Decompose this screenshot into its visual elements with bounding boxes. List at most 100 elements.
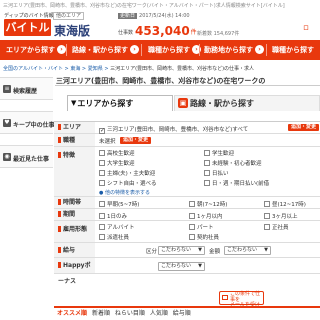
sort-tab-popular[interactable]: 人気順: [150, 310, 168, 317]
option-label: 契約社員: [197, 235, 220, 241]
job-type-change-button[interactable]: 追加・変更: [120, 137, 152, 144]
feature-option[interactable]: シフト自由・選べる: [99, 179, 157, 187]
search-form: エリア 三河エリア(豊田市、岡崎市、豊橋市、刈谷市など)すべて 追加・変更 職種…: [54, 121, 320, 285]
time-option[interactable]: 昼(12~17時): [264, 200, 306, 208]
checkbox[interactable]: [189, 224, 195, 230]
employment-option[interactable]: パート: [189, 223, 214, 231]
checkbox[interactable]: [264, 201, 270, 207]
triangle-down-icon: ▼: [71, 99, 77, 107]
employment-option[interactable]: アルバイト: [99, 223, 134, 231]
tab-area[interactable]: ▼エリアから探す: [67, 95, 173, 111]
feature-option[interactable]: 主婦(夫)・主夫歓迎: [99, 169, 155, 177]
feature-option[interactable]: 未経験・初心者歓迎: [204, 159, 262, 167]
sidebar-item-label: 検索履歴: [13, 88, 38, 95]
period-option[interactable]: 1日のみ: [99, 212, 127, 220]
breadcrumb: 全国のアルバイト・バイト > 東海 > 愛知県 > 三河エリア(豊田市、岡崎市、…: [3, 66, 255, 72]
feature-option[interactable]: 大学生歓迎: [99, 159, 135, 167]
sidebar-item-label: キープ中の仕事: [13, 122, 55, 129]
train-icon: ▣: [178, 98, 188, 108]
employment-option[interactable]: 派遣社員: [99, 233, 129, 241]
nav-item-type[interactable]: 職種から探す: [272, 40, 314, 60]
feature-option[interactable]: 日・週・期日払い(前借: [204, 179, 269, 187]
more-features-link[interactable]: ● 他の特徴を表示する: [99, 189, 150, 196]
update-value: 2017/5/24(水) 14:00: [139, 13, 190, 19]
main-content: 三河エリア(豊田市、岡崎市、豊橋市、刈谷市など)の在宅ワークの ▼エリアから探す…: [55, 75, 320, 111]
checkbox[interactable]: [264, 213, 270, 219]
select-value: こだわらない: [161, 247, 192, 253]
checkbox[interactable]: [99, 160, 105, 166]
sidebar-item-history[interactable]: ≡ 検索履歴: [0, 77, 53, 100]
checkbox[interactable]: [189, 201, 195, 207]
salary-amount-select[interactable]: こだわらない ▼: [224, 246, 271, 255]
chevron-down-icon: ▼: [198, 263, 202, 269]
checkbox[interactable]: [264, 224, 270, 230]
breadcrumb-link[interactable]: 全国のアルバイト・バイト: [3, 66, 63, 72]
brand-tagline: ディップのバイト情報: [4, 13, 54, 19]
area-value[interactable]: 三河エリア(豊田市、岡崎市、豊橋市、刈谷市など)すべて: [99, 125, 248, 134]
employment-row: 雇用形態 アルバイト パート 正社員 派遣社員 契約社員: [54, 221, 320, 243]
checkbox[interactable]: [99, 170, 105, 176]
sort-tab-salary[interactable]: 給与順: [173, 310, 191, 317]
feature-option[interactable]: 高校生歓迎: [99, 149, 135, 157]
option-label: 1日のみ: [107, 214, 127, 220]
header-link[interactable]: ロ: [303, 23, 309, 32]
period-option[interactable]: 3ヶ月以上: [264, 212, 298, 220]
time-label: 時間帯: [54, 197, 95, 208]
mail-subscribe-button[interactable]: この条件で仕事を メールを受け取る: [219, 291, 264, 313]
nav-item-location[interactable]: 勤務地から探す ›: [204, 40, 264, 60]
checkbox[interactable]: [204, 170, 210, 176]
sort-tab-recommended[interactable]: オススメ順: [57, 310, 87, 317]
chevron-down-icon: ▼: [198, 247, 202, 253]
period-row: 期間 1日のみ 1ヶ月以内 3ヶ月以上: [54, 209, 320, 221]
breadcrumb-link[interactable]: 東海: [70, 66, 80, 72]
sidebar-item-recent[interactable]: ◉ 最近見た仕事: [0, 145, 53, 168]
option-label: 派遣社員: [107, 235, 130, 241]
time-option[interactable]: 朝(7~12時): [189, 200, 227, 208]
option-label: 日・週・期日払い(前借: [212, 181, 270, 187]
period-option[interactable]: 1ヶ月以内: [189, 212, 223, 220]
option-label: 学生歓迎: [212, 151, 235, 157]
jobs-stat: 仕事数 453,040件: [118, 24, 197, 38]
checkbox[interactable]: [204, 150, 210, 156]
chevron-right-icon: ›: [57, 45, 66, 54]
nav-item-job[interactable]: 職種から探す ›: [148, 40, 201, 60]
checkbox[interactable]: [99, 213, 105, 219]
employment-option[interactable]: 正社員: [264, 223, 289, 231]
salary-type-select[interactable]: こだわらない ▼: [158, 246, 205, 255]
breadcrumb-link[interactable]: 愛知県: [88, 66, 103, 72]
sort-tabs: オススメ順 新着順 ねらい目順 人気順 給与順: [54, 306, 320, 320]
sidebar: ≡ 検索履歴 ♥ キープ中の仕事 ◉ 最近見た仕事: [0, 77, 55, 179]
checkbox[interactable]: [204, 180, 210, 186]
checkbox[interactable]: [189, 234, 195, 240]
history-icon: ≡: [3, 85, 11, 93]
time-option[interactable]: 早朝(5~7時): [99, 200, 139, 208]
checkbox[interactable]: [99, 180, 105, 186]
checkbox[interactable]: [189, 213, 195, 219]
checkbox[interactable]: [99, 150, 105, 156]
logo[interactable]: バイトル: [4, 19, 51, 36]
sort-tab-new[interactable]: 新着順: [92, 310, 110, 317]
checkbox[interactable]: [99, 224, 105, 230]
sort-tab-target[interactable]: ねらい目順: [115, 310, 145, 317]
nav-item-line[interactable]: 路線・駅から探す ›: [72, 40, 139, 60]
tab-line[interactable]: ▣ 路線・駅から探す: [174, 95, 320, 111]
area-label: エリア: [54, 122, 95, 133]
checkbox[interactable]: [99, 234, 105, 240]
search-tabs: ▼エリアから探す ▣ 路線・駅から探す: [67, 95, 320, 111]
breadcrumb-current: 三河エリア(豊田市、岡崎市、豊橋市、刈谷市など)の仕事・求人: [110, 66, 255, 72]
chevron-down-icon: ▼: [264, 247, 268, 253]
option-label: 主婦(夫)・主夫歓迎: [107, 171, 156, 177]
employment-option[interactable]: 契約社員: [189, 233, 219, 241]
nav-item-area[interactable]: エリアから探す ›: [6, 40, 66, 60]
area-change-button[interactable]: 追加・変更: [288, 124, 320, 131]
feature-option[interactable]: 学生歓迎: [204, 149, 234, 157]
option-label: シフト自由・選べる: [107, 181, 157, 187]
feature-option[interactable]: 日払い: [204, 169, 229, 177]
checkbox[interactable]: [99, 201, 105, 207]
other-area-link[interactable]: 他のエリア: [53, 12, 85, 20]
row-label: エリア: [63, 124, 82, 131]
sidebar-item-keep[interactable]: ♥ キープ中の仕事: [0, 111, 55, 134]
row-label: 雇用形態: [63, 226, 88, 233]
checkbox[interactable]: [204, 160, 210, 166]
bonus-select[interactable]: こだわらない ▼: [158, 262, 205, 271]
